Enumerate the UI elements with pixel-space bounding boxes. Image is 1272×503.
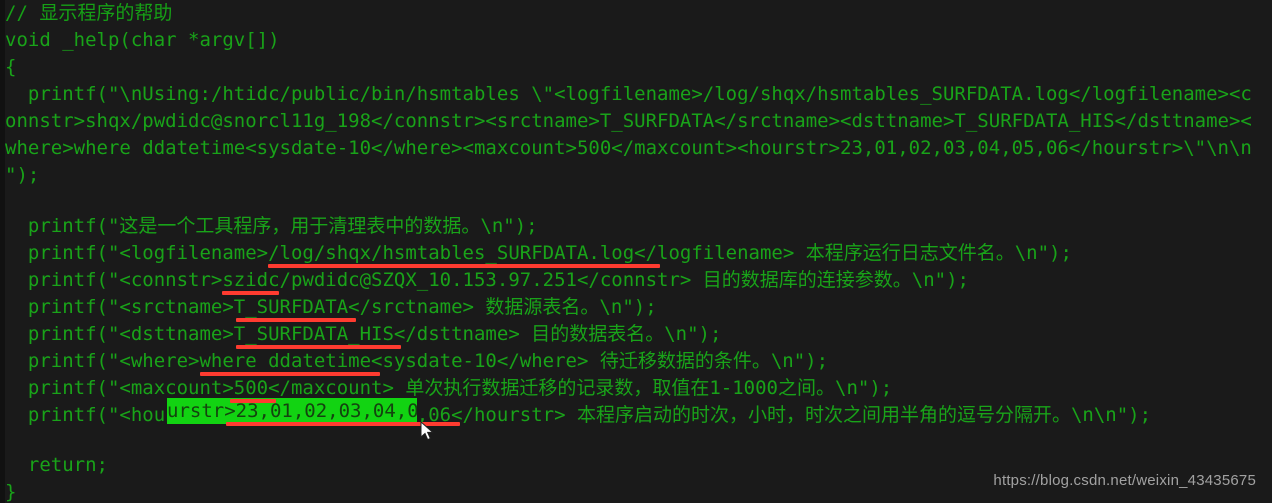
- csdn-watermark: https://blog.csdn.net/weixin_43435675: [993, 472, 1256, 489]
- code-line[interactable]: ");: [5, 162, 39, 189]
- srctname-value-underline: [236, 318, 356, 322]
- dsttname-value-underline: [236, 345, 401, 349]
- code-line[interactable]: printf("<dsttname>T_SURFDATA_HIS</dsttna…: [5, 321, 722, 348]
- logfilename-path-underline: [268, 264, 660, 268]
- connstr-user-underline: [222, 291, 279, 295]
- code-line[interactable]: }: [5, 479, 16, 503]
- code-editor-window[interactable]: // 显示程序的帮助 void _help(char *argv[]){ prin…: [0, 0, 1272, 503]
- code-line[interactable]: printf("<srctname>T_SURFDATA</srctname> …: [5, 294, 657, 321]
- code-line[interactable]: printf("\nUsing:/htidc/public/bin/hsmtab…: [5, 81, 1252, 108]
- code-line[interactable]: where>where ddatetime<sysdate-10</where>…: [5, 135, 1252, 162]
- maxcount-value-underline: [230, 399, 276, 403]
- code-line[interactable]: onnstr>shqx/pwdidc@snorcl11g_198</connst…: [5, 108, 1252, 135]
- code-line[interactable]: // 显示程序的帮助: [5, 0, 172, 27]
- code-line[interactable]: printf("<where>where ddatetime<sysdate-1…: [5, 348, 828, 375]
- selected-text: urstr>23,01,02,03,04,0: [167, 400, 417, 422]
- where-clause-underline: [200, 372, 380, 376]
- code-line[interactable]: printf("<maxcount>500</maxcount> 单次执行数据迁…: [5, 375, 892, 402]
- code-line[interactable]: return;: [5, 452, 108, 479]
- code-line[interactable]: printf("<logfilename>/log/shqx/hsmtables…: [5, 240, 1072, 267]
- code-line[interactable]: printf("<connstr>szidc/pwdidc@SZQX_10.15…: [5, 267, 969, 294]
- code-line[interactable]: printf("这是一个工具程序，用于清理表中的数据。\n");: [5, 213, 538, 240]
- hourstr-value-underline: [226, 422, 460, 426]
- code-line[interactable]: {: [5, 54, 16, 81]
- code-text-area[interactable]: // 显示程序的帮助 void _help(char *argv[]){ prin…: [0, 0, 1272, 503]
- code-line[interactable]: void _help(char *argv[]): [5, 27, 280, 54]
